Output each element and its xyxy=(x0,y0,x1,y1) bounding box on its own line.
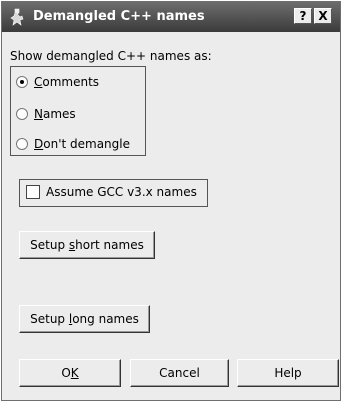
help-button[interactable]: Help xyxy=(237,359,339,387)
setup-long-names-button[interactable]: Setup long names xyxy=(19,305,150,333)
prompt-label: Show demangled C++ names as: xyxy=(10,49,212,63)
demangled-names-dialog: Demangled C++ names ? X Show demangled C… xyxy=(1,1,341,401)
radio-comments-label[interactable]: Comments xyxy=(34,75,99,89)
title-bar[interactable]: Demangled C++ names ? X xyxy=(2,2,340,32)
app-icon xyxy=(10,8,24,26)
display-mode-radio-group: Comments Names Don't demangle xyxy=(10,66,146,156)
help-icon[interactable]: ? xyxy=(294,8,312,24)
radio-button[interactable] xyxy=(16,138,28,150)
radio-names-label[interactable]: Names xyxy=(34,107,76,121)
radio-dont-demangle-label[interactable]: Don't demangle xyxy=(34,137,130,151)
radio-button[interactable] xyxy=(16,108,28,120)
setup-short-names-button[interactable]: Setup short names xyxy=(19,231,155,259)
ok-button[interactable]: OK xyxy=(19,359,121,387)
assume-gcc-checkbox-row[interactable]: Assume GCC v3.x names xyxy=(19,179,208,207)
dialog-title: Demangled C++ names xyxy=(33,9,205,24)
assume-gcc-label[interactable]: Assume GCC v3.x names xyxy=(46,185,197,199)
close-icon[interactable]: X xyxy=(314,8,332,24)
cancel-button[interactable]: Cancel xyxy=(130,359,229,387)
assume-gcc-checkbox[interactable] xyxy=(26,185,40,199)
radio-button-checked[interactable] xyxy=(16,76,28,88)
